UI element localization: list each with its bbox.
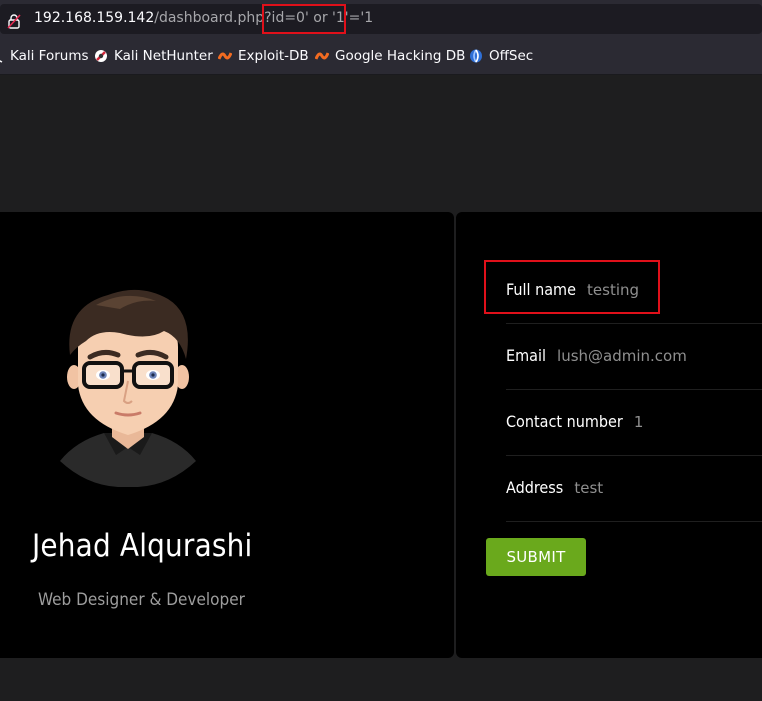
contact-label: Contact number (506, 412, 623, 431)
offsec-icon (469, 49, 483, 63)
email-row: Email lush@admin.com (506, 346, 687, 365)
bookmark-label: Kali NetHunter (114, 48, 213, 64)
nethunter-icon (94, 49, 108, 63)
bookmark-label: Exploit-DB (238, 48, 309, 64)
avatar (60, 289, 196, 487)
exploit-db-icon (217, 49, 233, 63)
ghdb-icon (314, 49, 330, 63)
divider (506, 389, 762, 390)
submit-button[interactable]: SUBMIT (486, 538, 586, 576)
bookmark-kali-nethunter[interactable]: Kali NetHunter (94, 48, 213, 64)
bookmark-label: Google Hacking DB (335, 48, 466, 64)
email-value: lush@admin.com (557, 347, 687, 365)
divider (506, 455, 762, 456)
browser-toolbar: 192.168.159.142/dashboard.php?id=0' or '… (0, 0, 762, 38)
profile-role: Web Designer & Developer (38, 590, 245, 610)
divider (506, 323, 762, 324)
contact-row: Contact number 1 (506, 412, 643, 431)
bookmarks-bar: Kali Forums Kali NetHunter Exploit-DB Go… (0, 38, 762, 75)
bookmark-exploit-db[interactable]: Exploit-DB (217, 48, 309, 64)
email-label: Email (506, 346, 546, 365)
contact-value: 1 (633, 413, 644, 431)
url-field[interactable]: 192.168.159.142/dashboard.php?id=0' or '… (0, 4, 762, 34)
bookmark-label: Kali Forums (10, 48, 89, 64)
address-value: test (574, 479, 604, 497)
address-row: Address test (506, 478, 603, 497)
url-highlight-box (262, 4, 346, 34)
address-label: Address (506, 478, 564, 497)
full-name-highlight-box (484, 260, 660, 314)
url-host: 192.168.159.142 (34, 10, 155, 26)
kali-forums-icon (0, 49, 4, 63)
bookmark-google-hacking-db[interactable]: Google Hacking DB (314, 48, 466, 64)
divider (506, 521, 762, 522)
insecure-lock-icon[interactable] (6, 13, 22, 29)
profile-name: Jehad Alqurashi (32, 528, 253, 564)
bookmark-offsec[interactable]: OffSec (469, 48, 533, 64)
bookmark-label: OffSec (489, 48, 534, 64)
bookmark-kali-forums[interactable]: Kali Forums (0, 48, 89, 64)
